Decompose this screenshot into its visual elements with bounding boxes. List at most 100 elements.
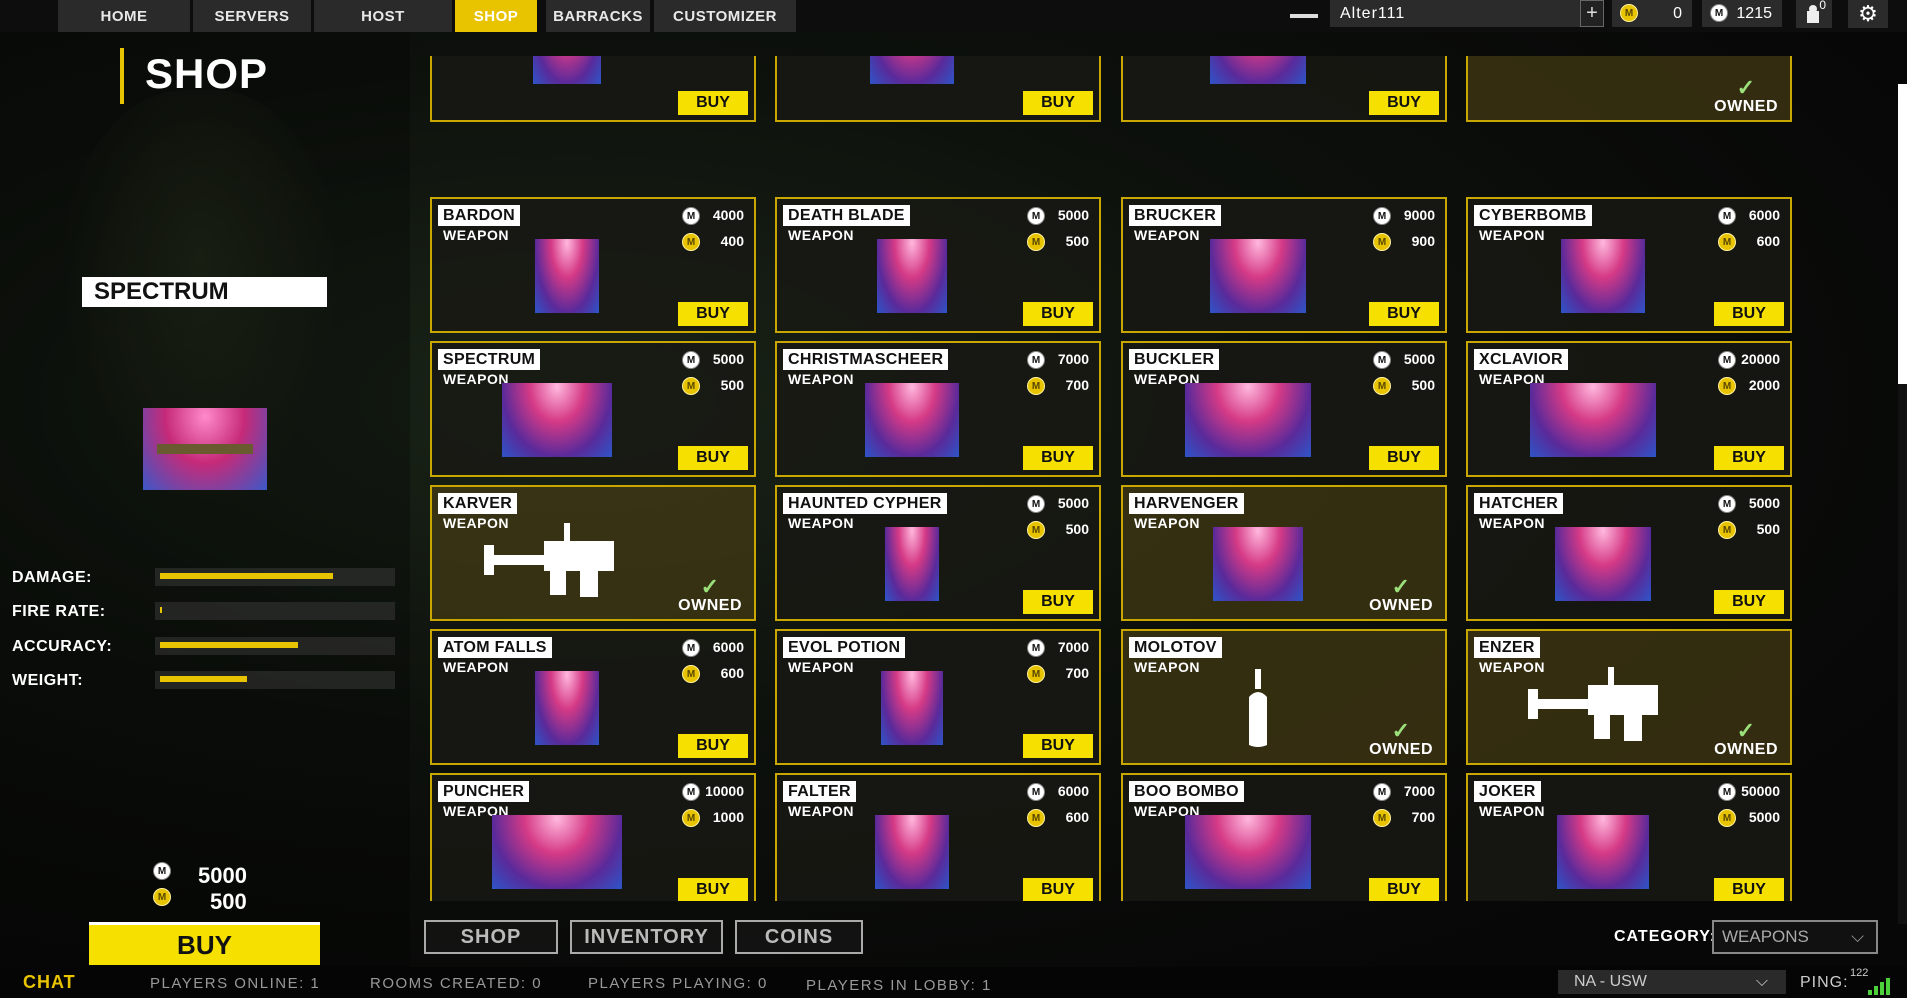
buy-item-button[interactable]: BUY: [1023, 590, 1093, 614]
item-type: WEAPON: [788, 371, 854, 387]
shop-item-card[interactable]: BUCKLER WEAPON M 5000 M 500 BUY: [1121, 341, 1447, 477]
gold-coin-icon: M: [1718, 809, 1736, 827]
item-price-silver: 50000: [1741, 783, 1780, 799]
buy-selected-button[interactable]: BUY: [89, 922, 320, 965]
shop-item-card[interactable]: CHRISTMASCHEER WEAPON M 7000 M 700 BUY: [775, 341, 1101, 477]
item-name: XCLAVIOR: [1474, 349, 1568, 370]
scrollbar-thumb[interactable]: [1898, 84, 1907, 384]
buy-item-button[interactable]: BUY: [678, 302, 748, 326]
gold-coin-icon: M: [1718, 233, 1736, 251]
item-price-gold: 700: [1065, 665, 1089, 681]
buy-item-button[interactable]: BUY: [1369, 302, 1439, 326]
owned-label: OWNED: [1714, 98, 1778, 115]
check-icon: ✓: [1736, 718, 1756, 743]
item-price-gold: 600: [720, 665, 744, 681]
buy-item-button[interactable]: BUY: [678, 734, 748, 758]
buy-item-button[interactable]: BUY: [1023, 878, 1093, 901]
notification-button[interactable]: 0: [1796, 0, 1832, 28]
buy-item-button[interactable]: BUY: [1714, 446, 1784, 470]
shop-item-card[interactable]: CYBERBOMB WEAPON M 6000 M 600 BUY: [1466, 197, 1792, 333]
buy-item-button[interactable]: BUY: [1023, 734, 1093, 758]
shop-item-card[interactable]: BRUCKER WEAPON M 9000 M 900 BUY: [1121, 197, 1447, 333]
buy-item-button[interactable]: BUY: [678, 878, 748, 901]
shop-item-card[interactable]: SPECTRUM WEAPON M 5000 M 500 BUY: [430, 341, 756, 477]
add-coins-button[interactable]: +: [1580, 0, 1604, 27]
item-type: WEAPON: [1479, 803, 1545, 819]
buy-item-button[interactable]: BUY: [1023, 446, 1093, 470]
silver-coin-icon: M: [682, 351, 700, 369]
category-dropdown[interactable]: WEAPONS ⌵: [1712, 920, 1878, 954]
shop-item-card[interactable]: EVOL POTION WEAPON M 7000 M 700 BUY: [775, 629, 1101, 765]
shop-item-card[interactable]: WEAPONMM600BUY: [430, 56, 756, 122]
weapon-silhouette-icon: [484, 521, 624, 606]
shop-item-card[interactable]: PUNCHER WEAPON M 10000 M 1000 BUY: [430, 773, 756, 901]
silver-coin-icon: M: [1027, 207, 1045, 225]
item-price-gold: 5000: [1748, 809, 1780, 825]
buy-item-button[interactable]: BUY: [678, 446, 748, 470]
tab-customizer[interactable]: CUSTOMIZER: [654, 0, 796, 32]
buy-item-button[interactable]: BUY: [1369, 91, 1439, 115]
buy-item-button[interactable]: BUY: [1714, 878, 1784, 901]
shop-item-card[interactable]: WEAPONMM600BUY: [1121, 56, 1447, 122]
shop-item-card[interactable]: JOKER WEAPON M 50000 M 5000 BUY: [1466, 773, 1792, 901]
game-shop-screen: HOME SERVERS HOST SHOP BARRACKS CUSTOMIZ…: [0, 0, 1907, 998]
shop-item-card[interactable]: WEAPON✓OWNED: [1466, 56, 1792, 122]
gold-coin-icon: M: [1620, 4, 1638, 22]
item-price-silver: 10000: [705, 783, 744, 799]
stat-fill: [160, 676, 248, 682]
item-name: KARVER: [438, 493, 518, 514]
tab-servers[interactable]: SERVERS: [193, 0, 311, 32]
chat-button[interactable]: CHAT: [23, 972, 76, 993]
item-price-gold: 900: [1411, 233, 1435, 249]
item-price-gold: 400: [720, 233, 744, 249]
buy-item-button[interactable]: BUY: [1714, 302, 1784, 326]
bottom-tab-inventory[interactable]: INVENTORY: [570, 920, 723, 954]
grid-scrollbar[interactable]: [1898, 84, 1907, 924]
username-display: Alter111: [1330, 0, 1585, 27]
tab-home[interactable]: HOME: [58, 0, 190, 32]
shop-item-card[interactable]: HARVENGER WEAPON ✓ OWNED: [1121, 485, 1447, 621]
owned-label: OWNED: [1369, 741, 1433, 758]
shop-item-card[interactable]: HAUNTED CYPHER WEAPON M 5000 M 500 BUY: [775, 485, 1101, 621]
tab-host[interactable]: HOST: [314, 0, 452, 32]
item-price-gold: 1000: [712, 809, 744, 825]
buy-item-button[interactable]: BUY: [1023, 91, 1093, 115]
shop-item-card[interactable]: WEAPONMM400BUY: [775, 56, 1101, 122]
rooms-created: ROOMS CREATED: 0: [370, 975, 543, 992]
buy-item-button[interactable]: BUY: [1714, 590, 1784, 614]
region-dropdown[interactable]: NA - USW ⌵: [1558, 970, 1786, 994]
item-price-silver: 6000: [712, 639, 744, 655]
shop-item-card[interactable]: ENZER WEAPON ✓ OWNED: [1466, 629, 1792, 765]
bottom-tab-coins[interactable]: COINS: [735, 920, 863, 954]
shop-item-card[interactable]: BOO BOMBO WEAPON M 7000 M 700 BUY: [1121, 773, 1447, 901]
buy-item-button[interactable]: BUY: [678, 91, 748, 115]
shop-item-card[interactable]: XCLAVIOR WEAPON M 20000 M 2000 BUY: [1466, 341, 1792, 477]
tab-barracks[interactable]: BARRACKS: [546, 0, 650, 32]
shop-item-card[interactable]: DEATH BLADE WEAPON M 5000 M 500 BUY: [775, 197, 1101, 333]
item-type: WEAPON: [443, 227, 509, 243]
shop-item-card[interactable]: MOLOTOV WEAPON ✓ OWNED: [1121, 629, 1447, 765]
bottom-tab-shop[interactable]: SHOP: [424, 920, 558, 954]
buy-item-button[interactable]: BUY: [1369, 446, 1439, 470]
shop-item-card[interactable]: HATCHER WEAPON M 5000 M 500 BUY: [1466, 485, 1792, 621]
shop-item-card[interactable]: FALTER WEAPON M 6000 M 600 BUY: [775, 773, 1101, 901]
silver-coin-icon: M: [1027, 495, 1045, 513]
shop-item-card[interactable]: ATOM FALLS WEAPON M 6000 M 600 BUY: [430, 629, 756, 765]
item-thumbnail: [1561, 239, 1645, 313]
item-name: JOKER: [1474, 781, 1541, 802]
item-type: WEAPON: [1134, 227, 1200, 243]
settings-button[interactable]: ⚙: [1848, 0, 1888, 28]
item-thumbnail: [875, 815, 949, 889]
weapon-silhouette-icon: [1528, 665, 1668, 750]
buy-item-button[interactable]: BUY: [1369, 878, 1439, 901]
top-nav-bar: HOME SERVERS HOST SHOP BARRACKS CUSTOMIZ…: [0, 0, 1907, 32]
silver-coin-icon: M: [153, 862, 171, 880]
item-type: WEAPON: [443, 371, 509, 387]
buy-item-button[interactable]: BUY: [1023, 302, 1093, 326]
item-name: ATOM FALLS: [438, 637, 552, 658]
ping-value: 122: [1850, 967, 1869, 979]
shop-item-card[interactable]: BARDON WEAPON M 4000 M 400 BUY: [430, 197, 756, 333]
shop-item-card[interactable]: KARVER WEAPON ✓ OWNED: [430, 485, 756, 621]
item-price-silver: 7000: [1403, 783, 1435, 799]
tab-shop[interactable]: SHOP: [455, 0, 537, 32]
